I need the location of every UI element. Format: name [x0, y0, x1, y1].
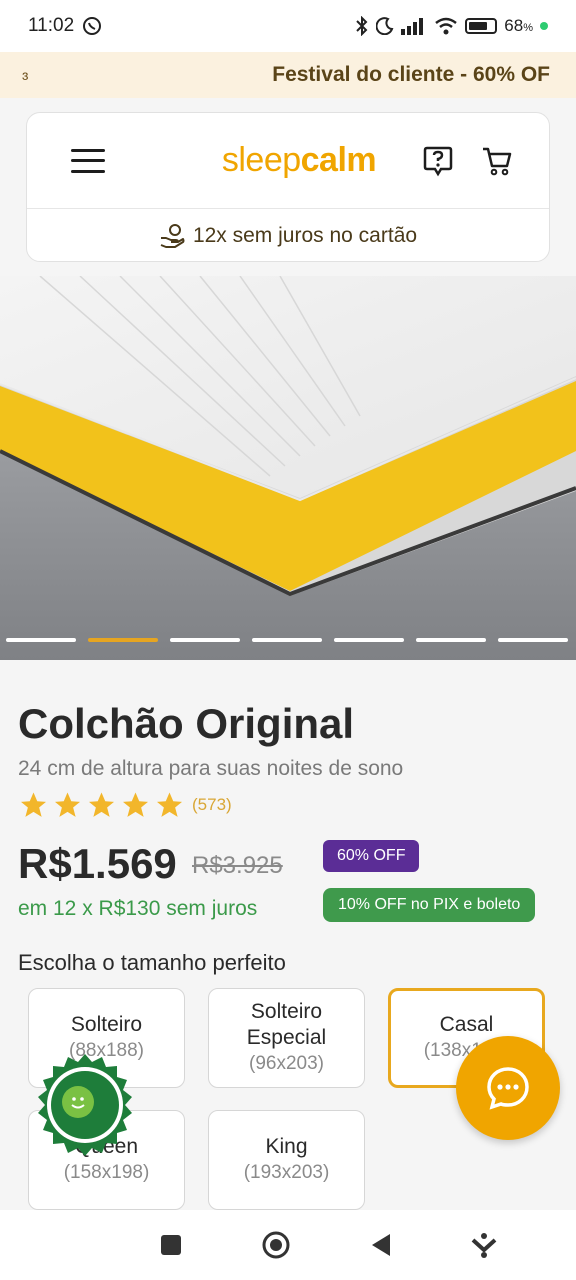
assistant-icon[interactable] [471, 1232, 497, 1258]
promo-marquee-fragment: ɜ [22, 67, 29, 83]
star-icon [89, 792, 114, 817]
size-dimensions: (96x203) [249, 1053, 324, 1074]
gallery-dot[interactable] [6, 638, 76, 642]
star-icon [157, 792, 182, 817]
opinioes-verdadeiras-badge[interactable] [30, 1052, 140, 1162]
menu-icon[interactable] [71, 148, 105, 173]
home-icon[interactable] [261, 1230, 291, 1260]
back-icon[interactable] [370, 1233, 392, 1257]
installments-info: em 12 x R$130 sem juros [18, 897, 258, 920]
mattress-image [0, 276, 576, 660]
chat-bubble-icon [487, 1067, 529, 1110]
gallery-dot[interactable] [252, 638, 322, 642]
bluetooth-icon [356, 16, 368, 36]
size-option-king[interactable]: King (193x203) [208, 1110, 365, 1210]
star-icon [21, 792, 46, 817]
hand-coin-icon [160, 223, 185, 248]
moon-icon [376, 17, 394, 35]
status-bar: 11:02 68% [0, 0, 576, 52]
review-count[interactable]: (573) [192, 795, 232, 815]
site-logo[interactable]: sleepcalm [222, 141, 377, 180]
size-dimensions: (193x203) [243, 1162, 330, 1183]
size-name: Casal [439, 1013, 494, 1036]
gallery-dot-active[interactable] [88, 638, 158, 642]
system-nav-bar [0, 1210, 576, 1280]
size-dimensions: (158x198) [63, 1162, 150, 1183]
size-name: Solteiro Especial [246, 1000, 327, 1049]
gallery-dot[interactable] [170, 638, 240, 642]
verified-reviews-seal-icon [38, 1054, 132, 1156]
chat-button[interactable] [456, 1036, 560, 1140]
product-subtitle: 24 cm de altura para suas noites de sono [18, 757, 404, 780]
size-name: King [265, 1135, 308, 1158]
installments-banner: 12x sem juros no cartão [27, 209, 549, 262]
installments-text: 12x sem juros no cartão [192, 223, 418, 247]
help-icon[interactable] [423, 145, 453, 177]
discount-badge: 60% OFF [323, 840, 420, 872]
star-icon [55, 792, 80, 817]
battery-percent: 68% [504, 16, 533, 35]
promo-text: Festival do cliente - 60% OF [272, 63, 550, 86]
cart-icon[interactable] [481, 145, 513, 177]
current-price: R$1.569 [18, 840, 177, 887]
battery-icon [465, 18, 498, 34]
status-time: 11:02 [28, 15, 75, 36]
size-name: Solteiro [70, 1013, 143, 1036]
gallery-dot[interactable] [416, 638, 486, 642]
size-option-solteiro-especial[interactable]: Solteiro Especial (96x203) [208, 988, 365, 1088]
size-section-label: Escolha o tamanho perfeito [18, 950, 286, 975]
product-rating[interactable]: (573) [18, 790, 232, 820]
signal-icon [401, 18, 424, 35]
pix-discount-badge: 10% OFF no PIX e boleto [323, 888, 536, 922]
old-price: R$3.925 [192, 852, 283, 879]
product-gallery[interactable] [0, 276, 576, 660]
wifi-icon [435, 17, 458, 35]
privacy-dot [540, 22, 548, 30]
gallery-indicators [6, 638, 568, 642]
site-header: sleepcalm 12x sem juros no cartão [26, 112, 550, 262]
whatsapp-icon [83, 17, 102, 35]
promo-banner[interactable]: ɜ Festival do cliente - 60% OF [0, 52, 576, 98]
gallery-dot[interactable] [498, 638, 568, 642]
star-icon [123, 792, 148, 817]
recent-apps-icon[interactable] [160, 1234, 182, 1256]
product-title: Colchão Original [18, 700, 355, 747]
gallery-dot[interactable] [334, 638, 404, 642]
